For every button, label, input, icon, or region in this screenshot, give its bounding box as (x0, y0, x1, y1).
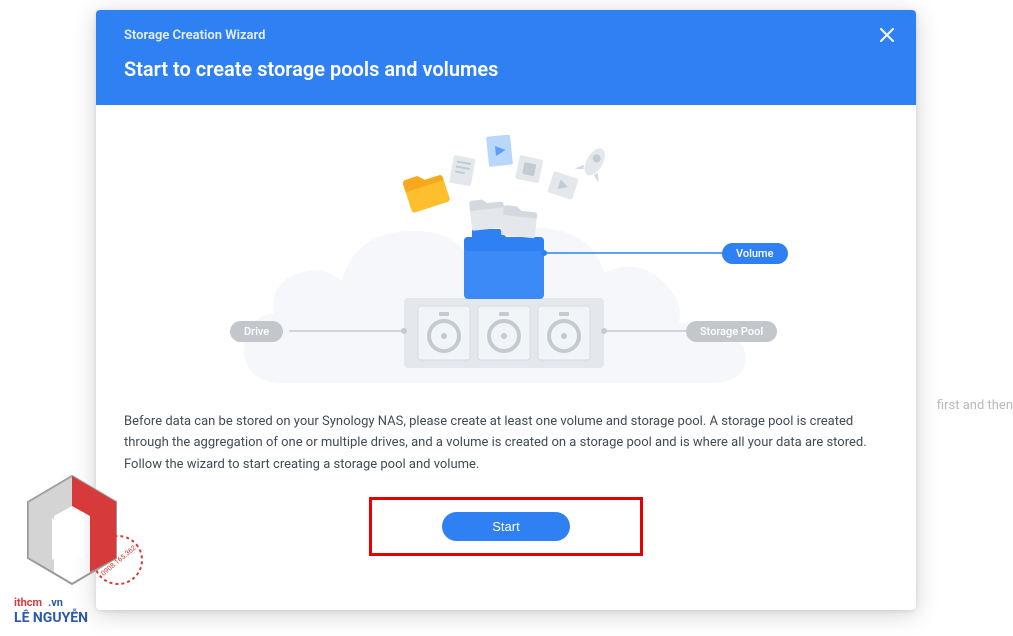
storage-creation-wizard-dialog: Storage Creation Wizard Start to create … (96, 10, 916, 610)
start-button-container: Start (124, 497, 888, 556)
storage-pool-label-pill: Storage Pool (686, 321, 777, 342)
dialog-heading: Start to create storage pools and volume… (124, 57, 888, 81)
start-button-highlight-box: Start (369, 497, 642, 556)
background-hint-text: first and then (937, 398, 1013, 413)
watermark-brand1: ithcm (14, 596, 42, 609)
volume-label-pill: Volume (722, 243, 788, 264)
start-button[interactable]: Start (442, 512, 569, 541)
drive-label-pill: Drive (230, 321, 283, 342)
dialog-body: Drive Volume Storage Pool Before data ca… (96, 105, 916, 576)
dialog-title: Storage Creation Wizard (124, 28, 888, 43)
watermark-brand2: .vn (48, 596, 63, 609)
storage-illustration: Drive Volume Storage Pool (124, 113, 888, 403)
wizard-description-text: Before data can be stored on your Synolo… (124, 411, 888, 475)
watermark-name: LÊ NGUYỄN (14, 607, 88, 626)
dialog-header: Storage Creation Wizard Start to create … (96, 10, 916, 105)
close-icon[interactable] (880, 28, 894, 46)
